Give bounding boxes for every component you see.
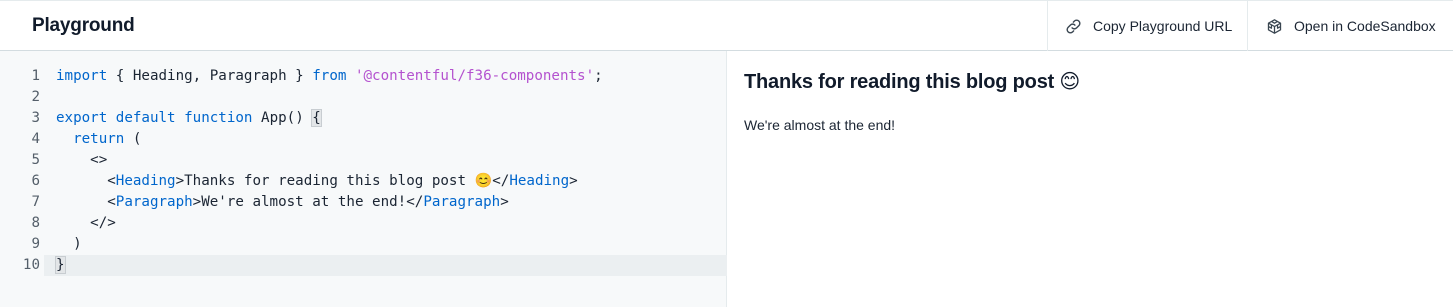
gt: >	[569, 173, 578, 189]
code-line-2: 2	[0, 87, 727, 108]
lt: <	[107, 173, 116, 189]
preview-heading: Thanks for reading this blog post 😊	[744, 71, 1081, 93]
line-number: 8	[31, 215, 40, 231]
code-text: </>	[56, 213, 116, 234]
header-actions: Copy Playground URL Open in CodeSandbox	[1047, 1, 1453, 51]
jsx-tag: Heading	[115, 173, 176, 189]
copy-playground-url-button[interactable]: Copy Playground URL	[1047, 1, 1247, 51]
lt-slash: </	[406, 194, 424, 210]
code-line-5: 5 <>	[0, 150, 727, 171]
line-number: 4	[31, 131, 40, 147]
fragment-close: </>	[90, 215, 116, 231]
semicolon: ;	[594, 68, 603, 84]
lt: <	[107, 194, 116, 210]
open-in-codesandbox-button[interactable]: Open in CodeSandbox	[1247, 1, 1453, 51]
line-number: 3	[31, 110, 40, 126]
code-text: )	[56, 234, 82, 255]
code-text: <Paragraph>We're almost at the end!</Par…	[56, 192, 509, 213]
playground-header: Playground Copy Playground URL Open in C…	[0, 0, 1453, 51]
code-line-10-active: 10 }	[23, 255, 727, 276]
matched-brace: }	[55, 256, 66, 274]
lt-slash: </	[492, 173, 510, 189]
app-signature: App()	[252, 110, 313, 126]
link-icon	[1066, 18, 1081, 34]
gt: >	[500, 194, 509, 210]
line-number: 6	[31, 173, 40, 189]
code-editor[interactable]: 1 import { Heading, Paragraph } from '@c…	[0, 51, 727, 307]
code-text: <>	[56, 150, 107, 171]
heading-text: Thanks for reading this blog post 😊	[184, 173, 493, 189]
code-text: }	[55, 255, 66, 276]
keyword: default	[115, 110, 176, 126]
keyword: from	[312, 68, 347, 84]
line-number: 1	[31, 68, 40, 84]
code-text: <Heading>Thanks for reading this blog po…	[56, 171, 578, 192]
open-in-codesandbox-label: Open in CodeSandbox	[1294, 18, 1436, 34]
code-text: export default function App() {	[56, 108, 322, 129]
codesandbox-cube-icon	[1267, 18, 1282, 34]
code-line-4: 4 return (	[0, 129, 727, 150]
keyword: return	[73, 131, 125, 147]
line-number: 2	[31, 89, 40, 105]
code-line-9: 9 )	[0, 234, 727, 255]
line-number: 9	[31, 236, 40, 252]
preview-paragraph: We're almost at the end!	[744, 117, 896, 133]
module-string: '@contentful/f36-components'	[354, 68, 595, 84]
paragraph-text: We're almost at the end!	[201, 194, 407, 210]
code-text: import { Heading, Paragraph } from '@con…	[56, 66, 603, 87]
fragment-open: <>	[90, 152, 108, 168]
code-line-7: 7 <Paragraph>We're almost at the end!</P…	[0, 192, 727, 213]
keyword: import	[56, 68, 108, 84]
return-paren: (	[124, 131, 142, 147]
jsx-tag: Paragraph	[423, 194, 501, 210]
gt: >	[175, 173, 185, 189]
close-paren: )	[73, 236, 82, 252]
gt: >	[192, 194, 202, 210]
keyword: function	[184, 110, 253, 126]
matched-brace: {	[311, 109, 322, 127]
line-number: 7	[31, 194, 40, 210]
jsx-tag: Paragraph	[115, 194, 193, 210]
code-line-8: 8 </>	[0, 213, 727, 234]
keyword: export	[56, 110, 108, 126]
import-names: { Heading, Paragraph }	[107, 68, 313, 84]
line-number: 10	[22, 257, 40, 273]
code-line-6: 6 <Heading>Thanks for reading this blog …	[0, 171, 727, 192]
copy-playground-url-label: Copy Playground URL	[1093, 18, 1233, 34]
code-text: return (	[56, 129, 141, 150]
jsx-tag: Heading	[509, 173, 570, 189]
code-line-3: 3 export default function App() {	[0, 108, 727, 129]
preview-pane: Thanks for reading this blog post 😊 We'r…	[728, 51, 1453, 307]
line-number: 5	[31, 152, 40, 168]
code-line-1: 1 import { Heading, Paragraph } from '@c…	[0, 66, 727, 87]
page-title: Playground	[32, 15, 135, 36]
